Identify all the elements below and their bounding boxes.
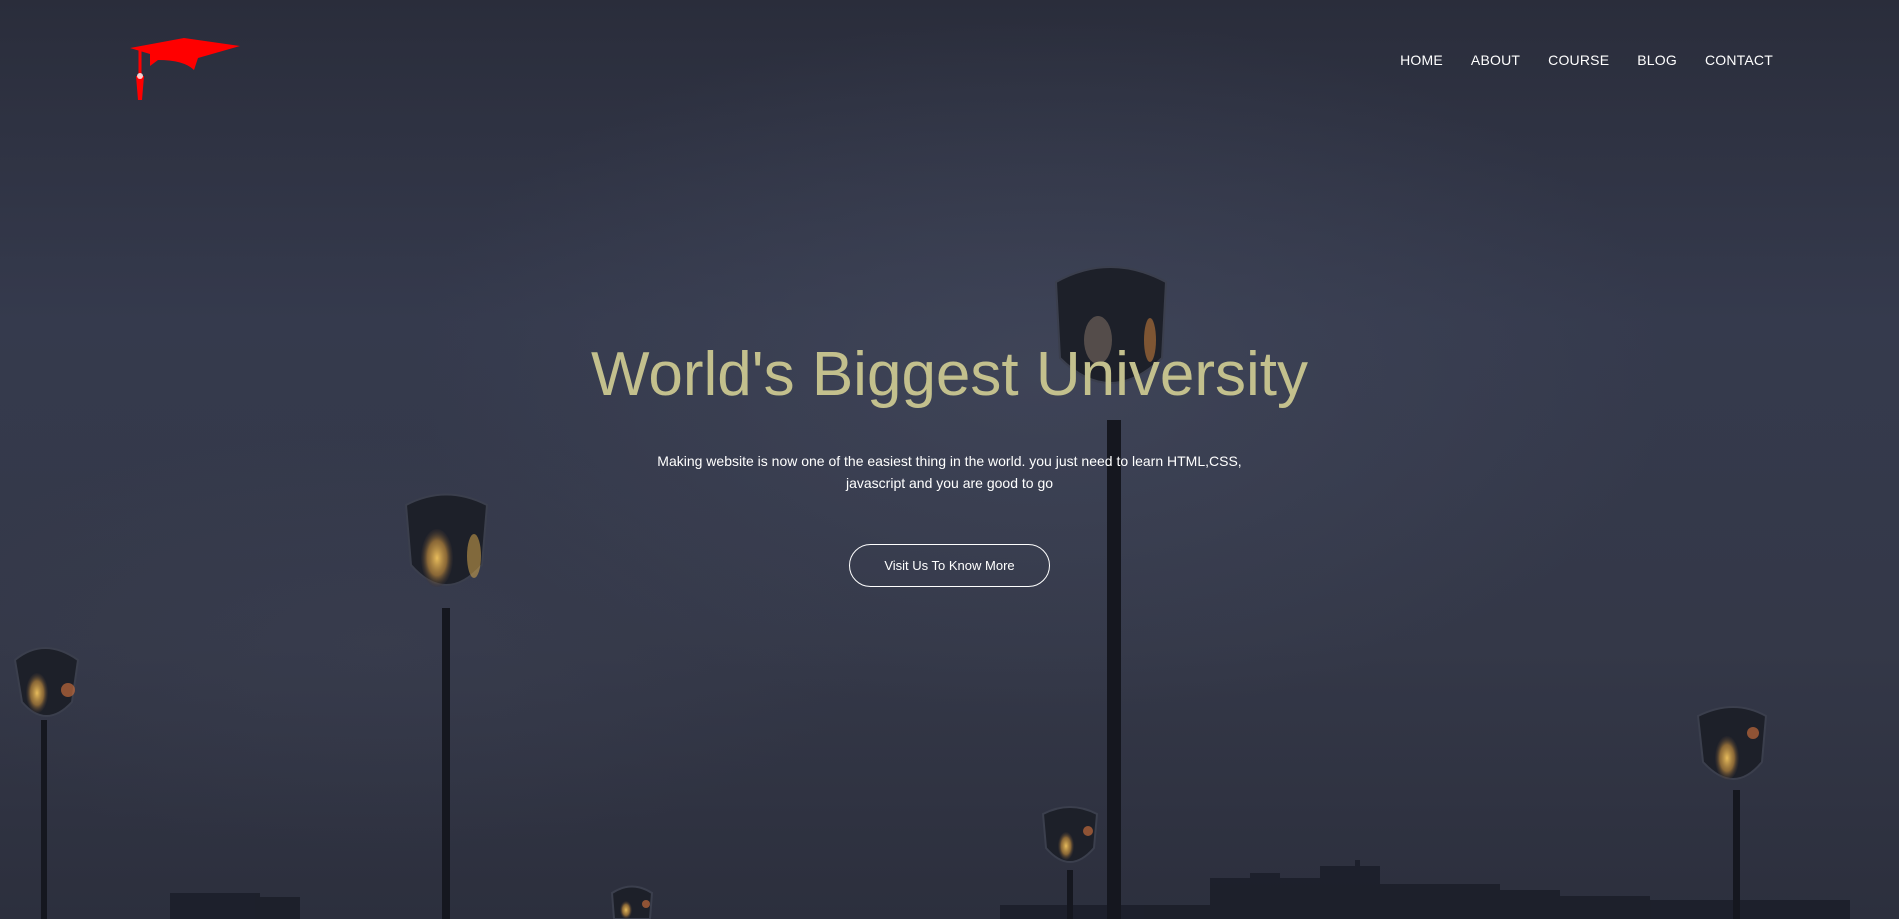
nav-home[interactable]: HOME (1400, 52, 1443, 68)
main-nav: HOME ABOUT COURSE BLOG CONTACT (1400, 52, 1773, 68)
hero-section: HOME ABOUT COURSE BLOG CONTACT World's B… (0, 0, 1899, 919)
hero-subtitle: Making website is now one of the easiest… (657, 453, 1242, 491)
nav-course[interactable]: COURSE (1548, 52, 1609, 68)
nav-blog[interactable]: BLOG (1637, 52, 1677, 68)
nav-contact[interactable]: CONTACT (1705, 52, 1773, 68)
graduation-cap-icon[interactable] (128, 38, 240, 102)
visit-us-button[interactable]: Visit Us To Know More (849, 544, 1050, 587)
hero-content: World's Biggest University Making websit… (0, 338, 1899, 587)
street-lamp (13, 647, 80, 919)
nav-about[interactable]: ABOUT (1471, 52, 1520, 68)
hero-title: World's Biggest University (590, 340, 1309, 409)
